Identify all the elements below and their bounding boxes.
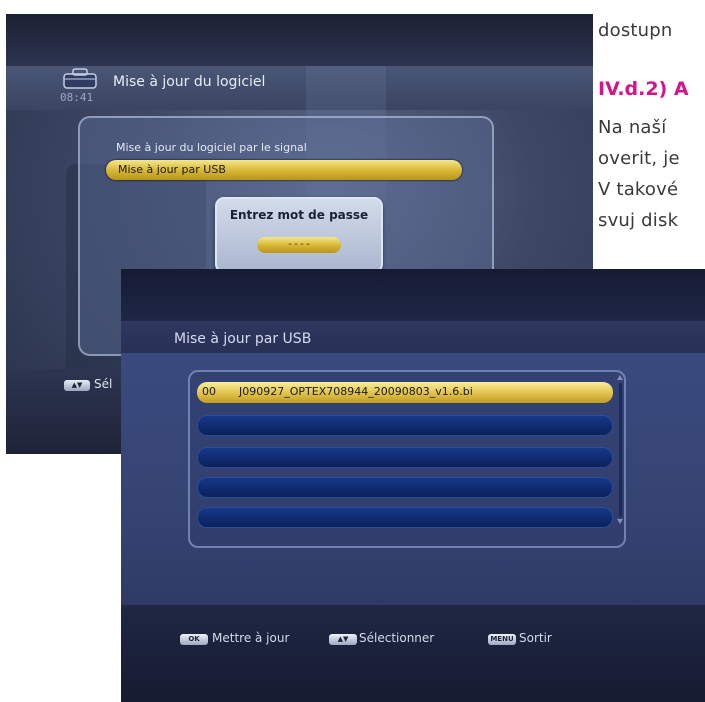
footer-exit-label: Sortir xyxy=(519,631,552,645)
doc-text-line-2: Na naší xyxy=(598,117,667,138)
doc-section-heading: IV.d.2) A xyxy=(598,78,689,100)
toolbox-icon xyxy=(63,68,97,89)
file-list-item[interactable] xyxy=(197,477,613,498)
top-band xyxy=(121,269,705,321)
password-dialog-title: Entrez mot de passe xyxy=(229,208,369,222)
file-index: 00 xyxy=(202,385,216,398)
footer-select-label: Sél xyxy=(94,377,113,391)
menu-item-label: Mise à jour par USB xyxy=(118,163,226,176)
file-list-item[interactable] xyxy=(197,415,613,436)
menu-key-icon: MENU xyxy=(488,634,516,645)
menu-item-update-by-usb[interactable]: Mise à jour par USB xyxy=(106,160,462,180)
clock-time: 08:41 xyxy=(60,91,94,104)
doc-text-line-1: dostupn xyxy=(598,20,673,41)
file-name: J090927_OPTEX708944_20090803_v1.6.bi xyxy=(239,385,473,398)
page-title: Mise à jour du logiciel xyxy=(113,74,266,90)
top-band xyxy=(6,14,593,66)
file-list-item[interactable] xyxy=(197,507,613,528)
menu-item-update-by-signal[interactable]: Mise à jour du logiciel par le signal xyxy=(116,141,307,154)
doc-text-line-3: overit, je xyxy=(598,148,680,169)
footer-select-label: Sélectionner xyxy=(359,631,435,645)
password-input[interactable]: ---- xyxy=(257,237,341,253)
file-list-item[interactable] xyxy=(197,447,613,468)
page-title: Mise à jour par USB xyxy=(174,331,312,347)
scroll-down-icon[interactable] xyxy=(617,519,623,524)
doc-text-line-5: svuj disk xyxy=(598,210,679,231)
up-down-key-icon: ▲▼ xyxy=(329,634,357,645)
file-list-item[interactable]: 00 J090927_OPTEX708944_20090803_v1.6.bi xyxy=(197,382,613,403)
footer-bar xyxy=(121,605,705,702)
up-down-key-icon: ▲▼ xyxy=(64,380,90,391)
scroll-up-icon[interactable] xyxy=(617,375,623,380)
ok-key-icon: OK xyxy=(180,634,208,645)
password-dialog: Entrez mot de passe ---- xyxy=(215,197,383,273)
usb-update-screen: Mise à jour par USB 00 J090927_OPTEX7089… xyxy=(121,269,705,702)
footer-update-label: Mettre à jour xyxy=(212,631,290,645)
doc-text-line-4: V takové xyxy=(598,179,679,200)
scrollbar[interactable] xyxy=(619,383,622,517)
